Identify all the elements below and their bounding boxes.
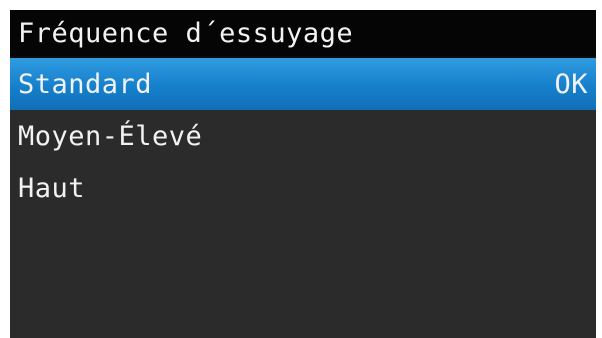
- screen-title: Fréquence d´essuyage: [18, 17, 354, 49]
- option-label: Moyen-Élevé: [18, 120, 203, 152]
- option-standard[interactable]: Standard OK: [10, 56, 596, 110]
- option-moyen-eleve[interactable]: Moyen-Élevé: [10, 110, 596, 162]
- option-label: Standard: [18, 68, 153, 100]
- selected-status-ok: OK: [554, 68, 588, 100]
- option-label: Haut: [18, 172, 86, 204]
- option-haut[interactable]: Haut: [10, 162, 596, 214]
- option-list: Standard OK Moyen-Élevé Haut: [10, 56, 596, 214]
- screen-title-bar: Fréquence d´essuyage: [10, 10, 596, 56]
- lcd-screen: Fréquence d´essuyage Standard OK Moyen-É…: [10, 10, 596, 338]
